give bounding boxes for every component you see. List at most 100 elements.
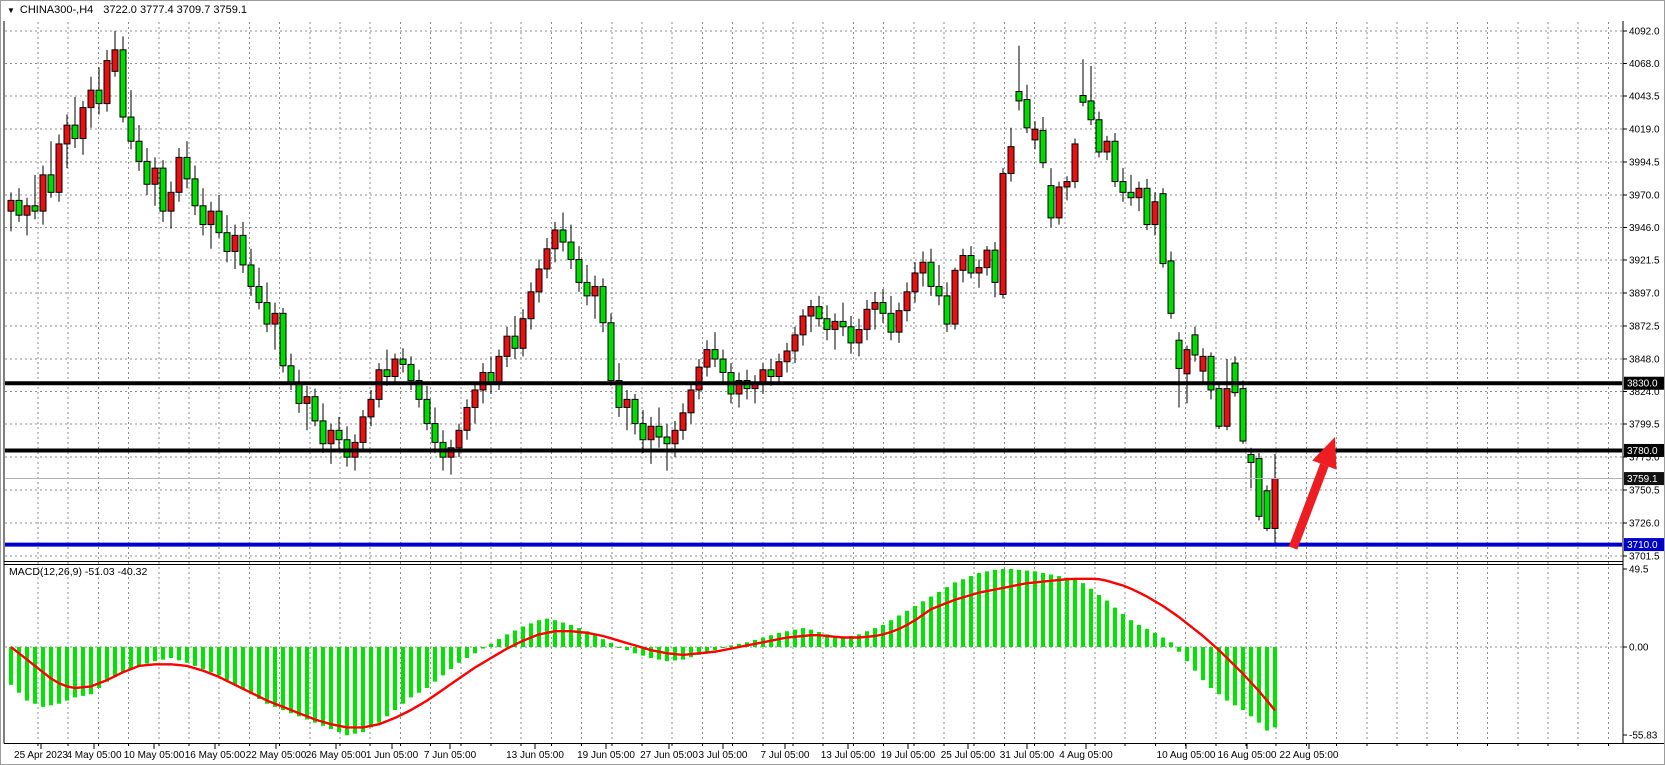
candle-body	[1272, 479, 1278, 529]
macd-histogram-bar	[273, 647, 277, 707]
candle-body	[1016, 91, 1022, 100]
time-tick-label[interactable]: 7 Jul 05:00	[761, 750, 810, 761]
time-tick-label[interactable]: 27 Jun 05:00	[640, 750, 698, 761]
candle-body	[200, 206, 206, 225]
candle-body	[112, 50, 118, 72]
candle-body	[568, 242, 574, 259]
macd-histogram-bar	[265, 647, 269, 704]
candle-body	[72, 125, 78, 138]
time-tick-label[interactable]: 7 Jun 05:00	[424, 750, 477, 761]
macd-histogram-bar	[1073, 580, 1077, 647]
time-tick-label[interactable]: 22 Aug 05:00	[1280, 750, 1339, 761]
candle-body	[712, 350, 718, 359]
price-tick-label: 3921.5	[1629, 256, 1660, 267]
macd-histogram-bar	[881, 625, 885, 647]
time-tick-label[interactable]: 1 Jun 05:00	[366, 750, 419, 761]
macd-histogram-bar	[609, 643, 613, 647]
time-tick-label[interactable]: 22 May 05:00	[246, 750, 307, 761]
candle-body	[288, 366, 294, 383]
candle-body	[1168, 261, 1174, 313]
candle-body	[1160, 194, 1166, 264]
time-tick-label[interactable]: 4 May 05:00	[66, 750, 121, 761]
time-tick-label[interactable]: 25 Apr 2023	[14, 750, 68, 761]
macd-tick-label: 0.00	[1629, 643, 1649, 654]
symbol-timeframe-label: CHINA300-,H4	[20, 4, 93, 16]
candle-body	[1120, 182, 1126, 193]
macd-histogram-bar	[153, 647, 157, 661]
macd-histogram-bar	[1185, 647, 1189, 661]
macd-histogram-bar	[321, 647, 325, 726]
macd-histogram-bar	[561, 623, 565, 647]
candle-body	[960, 256, 966, 271]
candle-body	[808, 307, 814, 316]
macd-histogram-bar	[985, 571, 989, 647]
candle-body	[192, 179, 198, 206]
candle-body	[264, 303, 270, 325]
symbol-ohlc-values: 3722.0 3777.4 3709.7 3759.1	[103, 4, 247, 16]
time-tick-label[interactable]: 19 Jun 05:00	[577, 750, 635, 761]
candle-body	[976, 268, 982, 273]
candle-body	[1024, 100, 1030, 128]
candle-body	[1216, 389, 1222, 427]
candle-body	[888, 313, 894, 332]
time-tick-label[interactable]: 13 Jun 05:00	[506, 750, 564, 761]
macd-histogram-bar	[473, 647, 477, 653]
macd-histogram-bar	[1193, 647, 1197, 671]
time-tick-label[interactable]: 31 Jul 05:00	[1000, 750, 1055, 761]
candle-body	[648, 426, 654, 439]
macd-histogram-bar	[313, 647, 317, 723]
candle-body	[768, 370, 774, 377]
macd-histogram-bar	[65, 647, 69, 701]
macd-histogram-bar	[401, 647, 405, 704]
candle-body	[104, 61, 110, 104]
candle-body	[680, 413, 686, 430]
macd-histogram-bar	[305, 647, 309, 719]
candle-body	[64, 125, 70, 144]
time-tick-label[interactable]: 4 Aug 05:00	[1059, 750, 1113, 761]
trend-arrow-head[interactable]	[1312, 437, 1336, 470]
time-tick-label[interactable]: 10 Aug 05:00	[1157, 750, 1216, 761]
time-tick-label[interactable]: 19 Jul 05:00	[881, 750, 936, 761]
price-tick-label: 4043.5	[1629, 92, 1660, 103]
time-tick-label[interactable]: 3 Jul 05:00	[699, 750, 748, 761]
macd-histogram-bar	[329, 647, 333, 729]
time-tick-label[interactable]: 25 Jul 05:00	[941, 750, 996, 761]
time-tick-label[interactable]: 13 Jul 05:00	[821, 750, 876, 761]
candle-body	[664, 437, 670, 444]
time-tick-label[interactable]: 26 May 05:00	[306, 750, 367, 761]
candle-body	[552, 230, 558, 249]
symbol-dropdown-icon[interactable]: ▼	[7, 6, 15, 15]
candle-body	[968, 256, 974, 273]
macd-histogram-bar	[393, 647, 397, 710]
macd-histogram-bar	[297, 647, 301, 716]
candle-body	[232, 235, 238, 251]
candle-body	[152, 168, 158, 184]
macd-histogram-bar	[1057, 576, 1061, 647]
macd-histogram-bar	[1009, 569, 1013, 647]
macd-histogram-bar	[281, 647, 285, 710]
macd-histogram-bar	[233, 647, 237, 685]
candle-body	[864, 309, 870, 329]
candle-body	[872, 303, 878, 310]
trend-arrow-shaft[interactable]	[1293, 465, 1324, 548]
time-tick-label[interactable]: 16 May 05:00	[185, 750, 246, 761]
candle-body	[1048, 186, 1054, 218]
chart-canvas[interactable]: 4092.04068.04043.54019.03994.53970.03946…	[1, 1, 1665, 765]
candle-body	[320, 421, 326, 444]
candle-body	[1112, 141, 1118, 181]
macd-histogram-bar	[169, 647, 173, 658]
candle-body	[336, 430, 342, 439]
candle-body	[1248, 454, 1254, 462]
time-tick-label[interactable]: 16 Aug 05:00	[1218, 750, 1277, 761]
macd-histogram-bar	[337, 647, 341, 732]
time-tick-label[interactable]: 10 May 05:00	[124, 750, 185, 761]
macd-histogram-bar	[1105, 601, 1109, 647]
candle-body	[296, 383, 302, 403]
macd-histogram-bar	[1233, 647, 1237, 705]
macd-histogram-bar	[1113, 608, 1117, 647]
candle-body	[856, 329, 862, 342]
candle-body	[1080, 96, 1086, 103]
macd-histogram-bar	[801, 628, 805, 647]
macd-histogram-bar	[9, 647, 13, 685]
candle-body	[928, 262, 934, 286]
